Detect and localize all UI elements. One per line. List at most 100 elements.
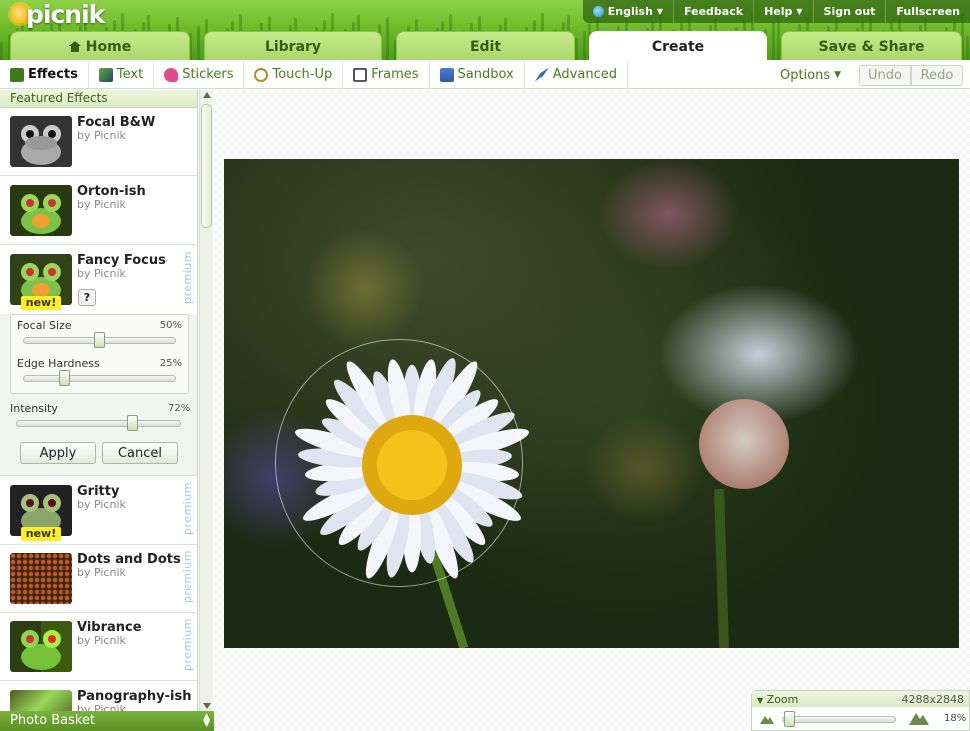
scroll-thumb[interactable] xyxy=(201,104,212,228)
home-icon xyxy=(68,41,81,52)
caret-down-icon: ▼ xyxy=(757,695,764,705)
effect-name: Vibrance xyxy=(77,620,142,635)
subnav-advanced-label: Advanced xyxy=(552,67,617,82)
effect-thumbnail xyxy=(10,116,72,167)
zoom-out-icon[interactable] xyxy=(760,714,774,724)
effects-icon xyxy=(10,67,24,82)
effect-author: by Picnik xyxy=(77,129,126,142)
focal-point-ring[interactable] xyxy=(275,339,523,587)
expand-collapse-icon: ▲ ▼ xyxy=(203,712,210,729)
new-badge: new! xyxy=(21,296,61,310)
focus-sliders-box: Focal Size 50% Edge Hardness 25% xyxy=(10,314,189,394)
frame-icon xyxy=(353,67,368,82)
subnav-touchup-label: Touch-Up xyxy=(272,67,333,82)
rocket-icon xyxy=(534,67,549,82)
intensity-value: 72% xyxy=(168,403,191,414)
undo-button[interactable]: Undo xyxy=(859,65,911,86)
effect-name: Orton-ish xyxy=(77,184,146,199)
photo-basket-label: Photo Basket xyxy=(10,713,96,728)
focal-size-handle[interactable] xyxy=(94,332,105,348)
effect-item-orton-ish[interactable]: Orton-ish by Picnik xyxy=(0,177,197,245)
caret-down-icon: ▼ xyxy=(834,70,842,80)
panel-title: Featured Effects xyxy=(0,90,197,108)
apply-button[interactable]: Apply xyxy=(20,442,96,464)
effect-author: by Picnik xyxy=(77,198,126,211)
effect-author: by Picnik xyxy=(77,703,126,711)
effect-thumbnail xyxy=(10,185,72,236)
signout-link[interactable]: Sign out xyxy=(812,0,886,23)
subnav-sandbox[interactable]: Sandbox xyxy=(430,60,525,89)
panel-scrollbar[interactable] xyxy=(199,90,213,711)
zoom-in-icon[interactable] xyxy=(909,711,929,725)
feedback-link[interactable]: Feedback xyxy=(673,0,753,23)
options-label: Options xyxy=(780,67,831,83)
tab-home[interactable]: Home xyxy=(10,31,190,60)
premium-label: premium xyxy=(181,251,194,305)
text-icon xyxy=(98,67,113,82)
edge-hardness-value: 25% xyxy=(159,358,182,369)
intensity-slider[interactable] xyxy=(16,420,181,427)
focal-size-value: 50% xyxy=(159,320,182,331)
focal-size-label: Focal Size xyxy=(17,319,72,332)
subnav-touchup[interactable]: Touch-Up xyxy=(244,60,344,89)
subnav-frames-label: Frames xyxy=(371,67,419,82)
edge-hardness-slider[interactable] xyxy=(23,375,176,382)
intensity-handle[interactable] xyxy=(126,415,138,431)
effect-item-dots-and-dots[interactable]: Dots and Dots by Picnik premium xyxy=(0,545,197,613)
effect-thumbnail xyxy=(10,621,72,672)
help-menu[interactable]: Help ▼ xyxy=(753,0,812,23)
heart-icon xyxy=(164,67,179,82)
scroll-down-icon[interactable] xyxy=(203,703,211,709)
photo-basket-bar[interactable]: Photo Basket ▲ ▼ xyxy=(0,711,218,731)
subnav-text[interactable]: Text xyxy=(89,60,155,89)
language-menu[interactable]: English ▼ xyxy=(583,0,673,23)
tab-create[interactable]: Create xyxy=(589,31,767,60)
zoom-handle[interactable] xyxy=(784,711,796,727)
zoom-panel: ▼ Zoom 4288x2848 18% xyxy=(751,690,970,731)
zoom-label: Zoom xyxy=(766,692,799,706)
effect-author: by Picnik xyxy=(77,267,126,280)
tab-edit[interactable]: Edit xyxy=(396,31,575,60)
premium-label: premium xyxy=(181,482,194,536)
cancel-button[interactable]: Cancel xyxy=(102,442,178,464)
tab-library[interactable]: Library xyxy=(204,31,382,60)
globe-icon xyxy=(592,6,604,17)
edge-hardness-label: Edge Hardness xyxy=(17,357,100,370)
subnav-effects-label: Effects xyxy=(28,67,78,82)
effects-panel: Featured Effects Focal B&W by Picnik Ort… xyxy=(0,90,198,711)
effect-item-vibrance[interactable]: Vibrance by Picnik premium xyxy=(0,613,197,681)
effect-thumbnail xyxy=(10,690,72,711)
subnav-frames[interactable]: Frames xyxy=(343,60,430,89)
tab-save-share[interactable]: Save & Share xyxy=(781,31,962,60)
premium-label: premium xyxy=(181,618,194,672)
tab-home-label: Home xyxy=(85,38,132,55)
subnav-effects[interactable]: Effects xyxy=(0,60,89,89)
help-button[interactable]: ? xyxy=(78,289,96,306)
options-menu[interactable]: Options ▼ xyxy=(772,61,849,89)
caret-down-icon: ▼ xyxy=(656,7,664,16)
premium-label: premium xyxy=(181,550,194,604)
zoom-slider[interactable] xyxy=(782,716,896,723)
effect-item-focal-bw[interactable]: Focal B&W by Picnik xyxy=(0,108,197,176)
effect-name: Gritty xyxy=(77,484,120,499)
subnav-advanced[interactable]: Advanced xyxy=(525,60,628,89)
subnav-stickers-label: Stickers xyxy=(182,67,234,82)
zoom-header[interactable]: ▼ Zoom xyxy=(757,693,798,706)
redo-button[interactable]: Redo xyxy=(911,65,963,86)
picnik-logo[interactable]: picnik xyxy=(10,0,105,29)
caret-down-icon: ▼ xyxy=(796,7,803,16)
effect-name: Panography-ish xyxy=(77,689,192,704)
effect-name: Fancy Focus xyxy=(77,253,166,268)
effect-item-fancy-focus[interactable]: new! Fancy Focus by Picnik ? premium xyxy=(0,246,197,314)
top-nav: English ▼ Feedback Help ▼ Sign out Fulls… xyxy=(582,0,970,23)
scroll-up-icon[interactable] xyxy=(203,92,211,98)
effect-name: Focal B&W xyxy=(77,115,156,130)
magnifier-icon xyxy=(254,67,269,82)
effect-item-panography-ish[interactable]: Panography-ish by Picnik xyxy=(0,682,197,711)
new-badge: new! xyxy=(21,527,61,541)
effect-item-gritty[interactable]: new! Gritty by Picnik premium xyxy=(0,477,197,545)
logo-text: picnik xyxy=(26,0,105,29)
subnav-stickers[interactable]: Stickers xyxy=(154,60,245,89)
edge-hardness-handle[interactable] xyxy=(58,370,70,386)
fullscreen-link[interactable]: Fullscreen xyxy=(885,0,970,23)
